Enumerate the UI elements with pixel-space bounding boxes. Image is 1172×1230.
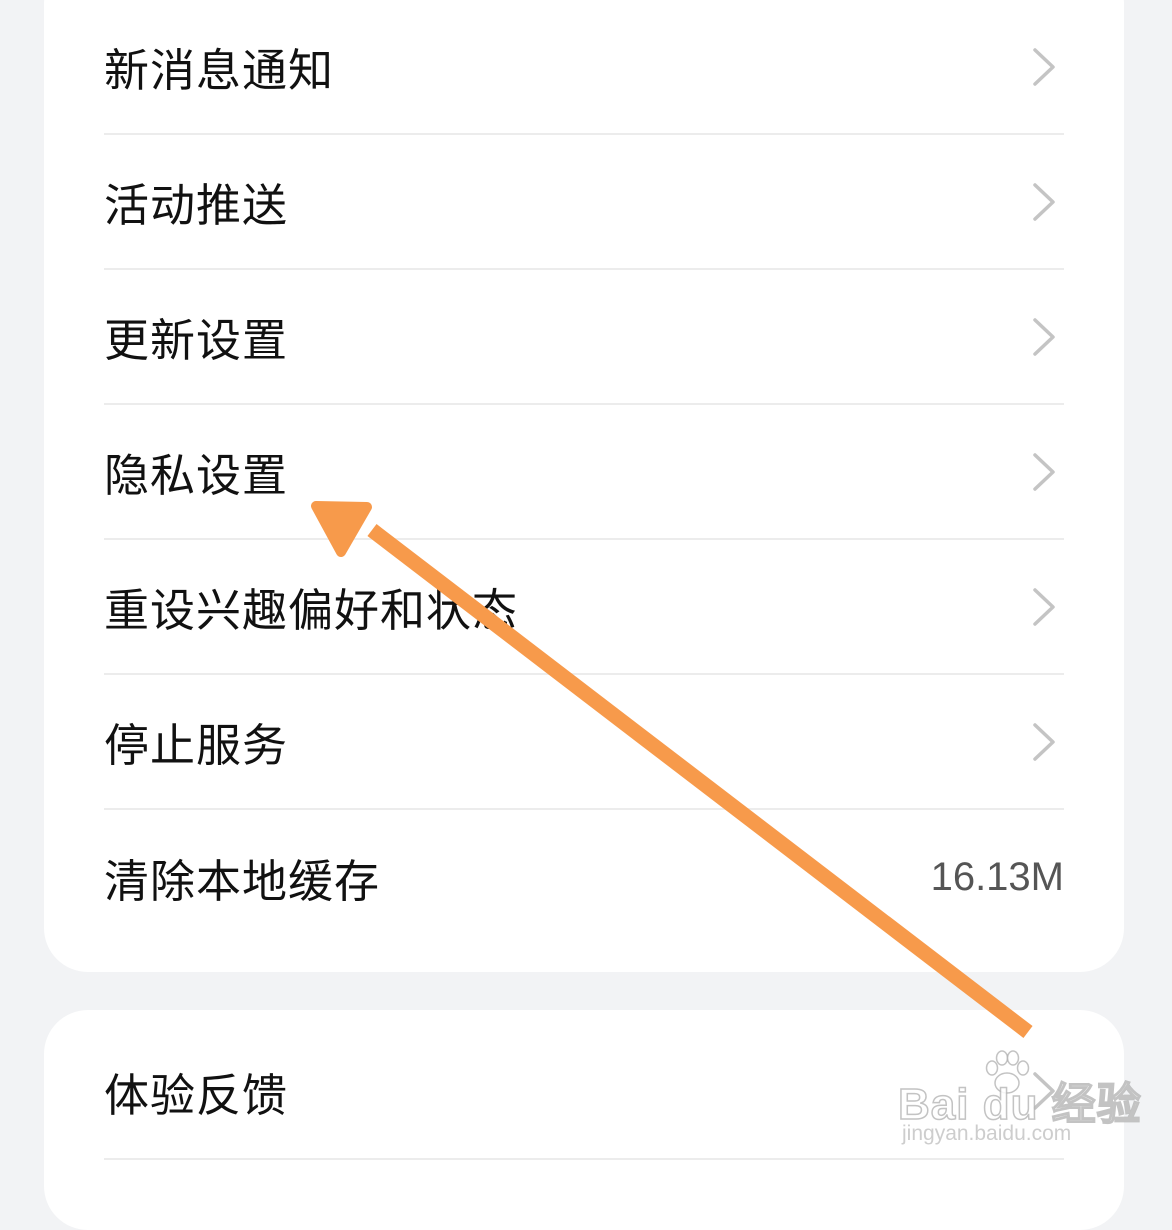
settings-item-label: 活动推送 [104, 179, 289, 232]
settings-item-reset-interest-preferences[interactable]: 重设兴趣偏好和状态 [104, 540, 1064, 675]
settings-item-label: 停止服务 [104, 719, 289, 772]
settings-item-label: 更新设置 [104, 314, 289, 367]
cache-size-value: 16.13M [930, 855, 1064, 899]
settings-item-stop-service[interactable]: 停止服务 [104, 675, 1064, 810]
settings-item-experience-feedback[interactable]: 体验反馈 [104, 1010, 1064, 1160]
settings-item-label: 体验反馈 [104, 1068, 289, 1122]
chevron-right-icon [1026, 718, 1062, 766]
chevron-right-icon [1026, 313, 1062, 361]
settings-item-label: 清除本地缓存 [104, 855, 381, 908]
settings-item-label: 隐私设置 [104, 449, 289, 502]
feedback-card: 体验反馈 [44, 1010, 1124, 1230]
settings-item-new-message-notification[interactable]: 新消息通知 [104, 0, 1064, 135]
settings-item-label: 新消息通知 [104, 44, 335, 97]
settings-item-label: 重设兴趣偏好和状态 [104, 584, 519, 637]
chevron-right-icon [1026, 1067, 1062, 1115]
chevron-right-icon [1026, 448, 1062, 496]
settings-item-update-settings[interactable]: 更新设置 [104, 270, 1064, 405]
settings-card: 新消息通知 活动推送 更新设置 隐私设置 重设兴趣偏好和状态 停止服务 清除本地… [44, 0, 1124, 972]
settings-item-clear-local-cache[interactable]: 清除本地缓存 16.13M [104, 810, 1064, 945]
chevron-right-icon [1026, 178, 1062, 226]
chevron-right-icon [1026, 43, 1062, 91]
chevron-right-icon [1026, 583, 1062, 631]
settings-item-privacy-settings[interactable]: 隐私设置 [104, 405, 1064, 540]
settings-item-activity-push[interactable]: 活动推送 [104, 135, 1064, 270]
